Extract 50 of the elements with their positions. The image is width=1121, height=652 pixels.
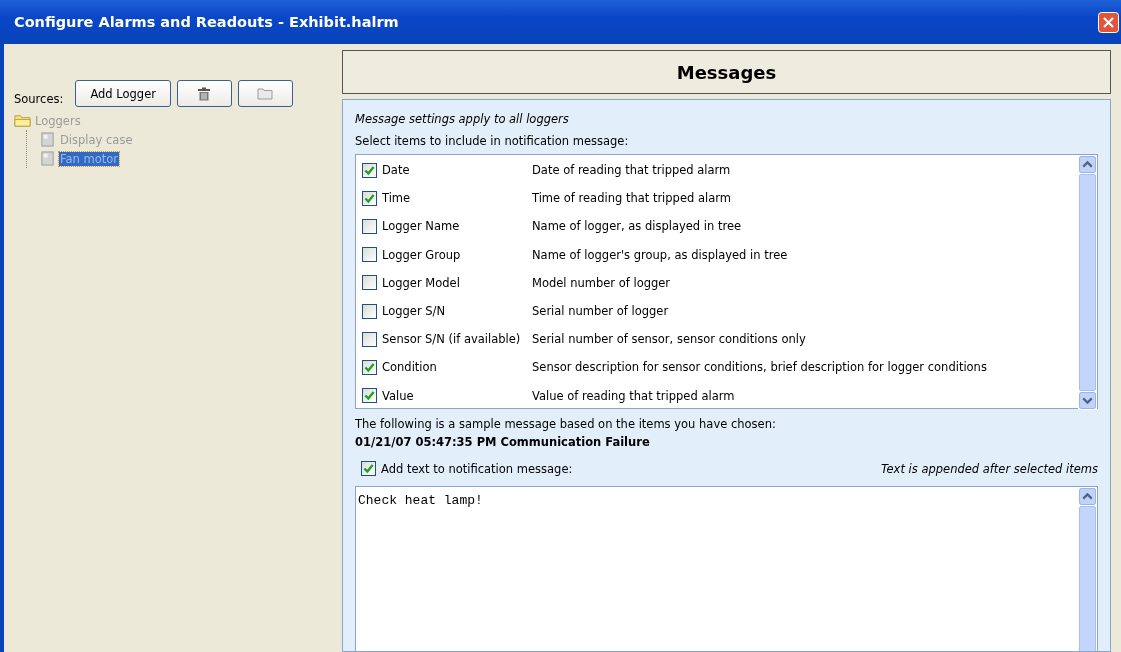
item-description: Serial number of logger	[532, 304, 669, 319]
scrollbar[interactable]	[1078, 155, 1097, 410]
add-logger-button[interactable]: Add Logger	[75, 80, 171, 107]
folder-button[interactable]	[237, 80, 293, 107]
item-label[interactable]: Date	[382, 163, 532, 178]
window-title: Configure Alarms and Readouts - Exhibit.halrm	[14, 14, 399, 30]
checkbox[interactable]	[362, 331, 377, 347]
item-label[interactable]: Logger Model	[382, 275, 532, 290]
note-text: Message settings apply to all loggers	[355, 112, 570, 126]
checkbox[interactable]	[362, 359, 377, 375]
checkbox[interactable]	[362, 247, 377, 263]
trash-icon	[197, 86, 212, 101]
item-label[interactable]: Logger Group	[382, 247, 532, 262]
item-description: Sensor description for sensor conditions, brief description for logger conditions	[532, 360, 987, 375]
scroll-up-icon[interactable]	[1079, 156, 1096, 173]
item-description: Date of reading that tripped alarm	[532, 163, 731, 178]
delete-button[interactable]	[176, 80, 232, 107]
item-label[interactable]: Condition	[382, 360, 532, 375]
item-description: Serial number of sensor, sensor conditions only	[532, 332, 806, 347]
item-description: Name of logger, as displayed in tree	[532, 219, 742, 234]
item-label[interactable]: Time	[382, 191, 532, 206]
sample-intro-text: The following is a sample message based on the items you have chosen:	[355, 417, 777, 431]
scroll-thumb[interactable]	[1079, 174, 1096, 391]
item-description: Name of logger's group, as displayed in tree	[532, 247, 788, 262]
sample-message: 01/21/07 05:47:35 PM Communication Failure	[355, 435, 651, 449]
hint-text: Text is appended after selected items	[880, 461, 1098, 476]
checkbox[interactable]	[361, 461, 376, 476]
prompt-text: Select items to include in notification message:	[355, 134, 630, 148]
add-text-label[interactable]: Add text to notification message:	[381, 461, 573, 476]
scroll-down-icon[interactable]	[1079, 392, 1096, 409]
checkbox[interactable]	[362, 162, 377, 178]
device-icon	[39, 132, 56, 147]
checkbox[interactable]	[362, 190, 377, 206]
item-description: Value of reading that tripped alarm	[532, 388, 735, 403]
checkbox[interactable]	[362, 275, 377, 291]
folder-icon	[14, 113, 31, 128]
sources-label: Sources:	[14, 92, 64, 106]
panel-title: Messages	[676, 61, 777, 83]
item-label[interactable]: Logger Name	[382, 219, 532, 234]
device-icon	[39, 151, 56, 166]
close-icon[interactable]	[1098, 11, 1119, 33]
checkbox[interactable]	[362, 303, 377, 319]
item-label[interactable]: Logger S/N	[382, 304, 532, 319]
item-label[interactable]: Sensor S/N (if available)	[382, 332, 532, 347]
checkbox[interactable]	[362, 218, 377, 234]
item-label[interactable]: Value	[382, 388, 532, 403]
item-description: Time of reading that tripped alarm	[532, 191, 731, 206]
item-description: Model number of logger	[532, 275, 671, 290]
checkbox[interactable]	[362, 388, 377, 404]
folder-icon	[257, 87, 274, 100]
